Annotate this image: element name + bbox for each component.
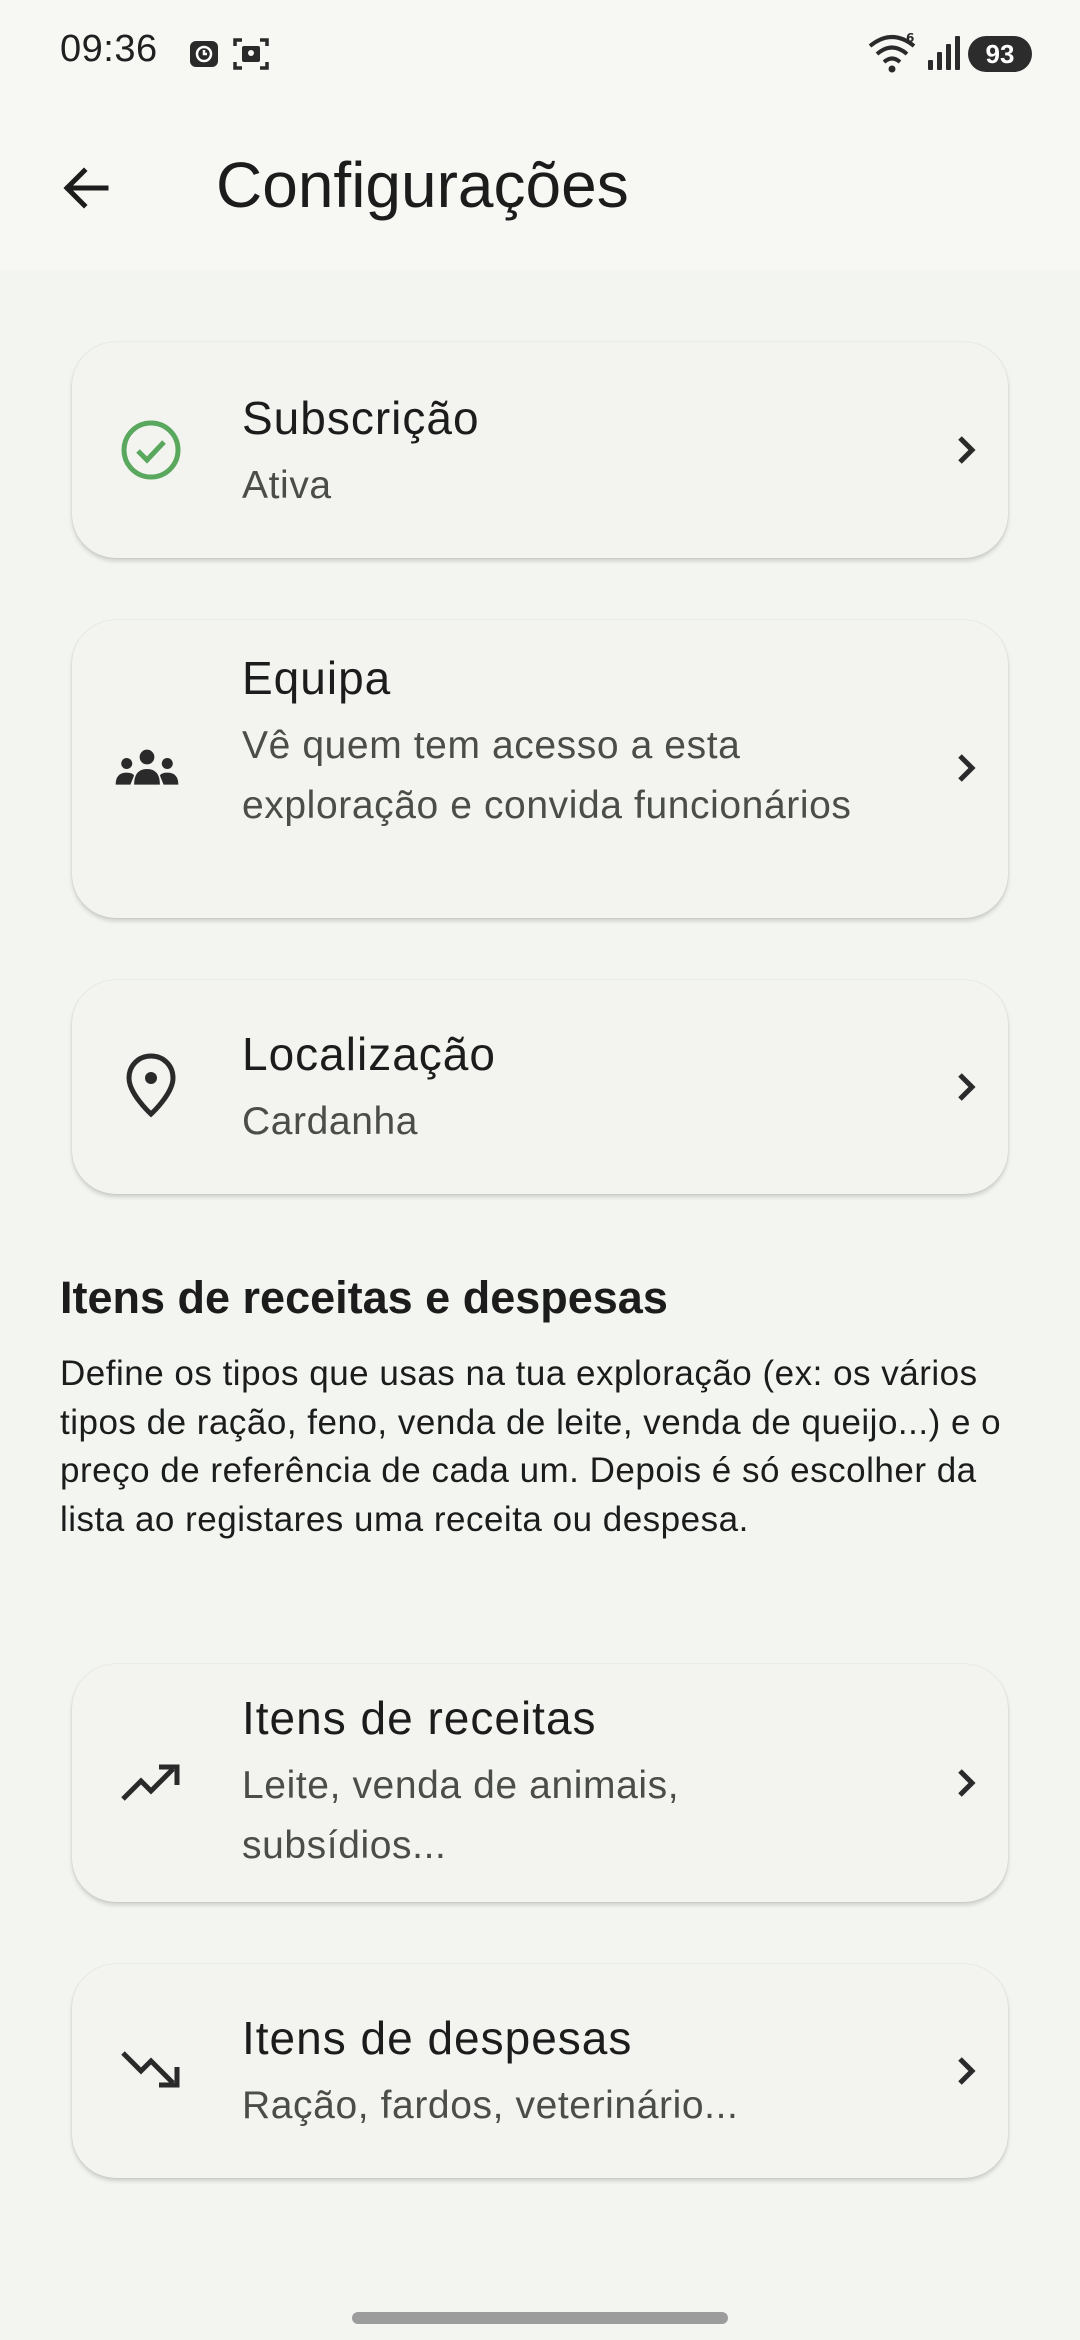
expense-items-title: Itens de despesas <box>242 2012 633 2064</box>
wifi-6-icon: 6 <box>866 30 920 79</box>
team-card[interactable]: Equipa Vê quem tem acesso a esta explora… <box>72 620 1008 918</box>
chevron-right-icon <box>936 1753 996 1813</box>
chevron-right-icon <box>936 420 996 480</box>
group-icon <box>112 734 182 804</box>
home-indicator[interactable] <box>352 2312 728 2324</box>
income-items-card[interactable]: Itens de receitas Leite, venda de animai… <box>72 1664 1008 1902</box>
svg-text:6: 6 <box>906 31 914 45</box>
chevron-right-icon <box>936 1057 996 1117</box>
location-pin-icon <box>116 1050 186 1120</box>
location-value: Cardanha <box>242 1100 419 1143</box>
team-title: Equipa <box>242 652 392 704</box>
alarm-icon <box>188 38 220 75</box>
screenshot-icon <box>232 36 270 77</box>
location-title: Localização <box>242 1028 496 1080</box>
check-circle-icon <box>116 415 186 485</box>
status-bar: 09:36 6 93 <box>0 0 1080 110</box>
income-items-title: Itens de receitas <box>242 1692 597 1744</box>
location-card[interactable]: Localização Cardanha <box>72 980 1008 1194</box>
expense-items-examples: Ração, fardos, veterinário... <box>242 2084 739 2127</box>
expense-items-card[interactable]: Itens de despesas Ração, fardos, veterin… <box>72 1964 1008 2178</box>
team-description: Vê quem tem acesso a esta exploração e c… <box>242 724 852 827</box>
app-bar: Configurações <box>0 110 1080 270</box>
arrow-back-icon <box>60 162 112 219</box>
subscription-status: Ativa <box>242 464 332 507</box>
subscription-card[interactable]: Subscrição Ativa <box>72 342 1008 558</box>
trending-up-icon <box>116 1748 186 1818</box>
items-section-title: Itens de receitas e despesas <box>60 1272 668 1323</box>
trending-down-icon <box>116 2034 186 2104</box>
battery-indicator: 93 <box>968 36 1032 72</box>
status-time: 09:36 <box>60 28 158 70</box>
income-items-examples: Leite, venda de animais, subsídios... <box>242 1764 680 1867</box>
subscription-title: Subscrição <box>242 392 480 444</box>
chevron-right-icon <box>936 738 996 798</box>
items-section-description: Define os tipos que usas na tua exploraç… <box>60 1354 1002 1539</box>
chevron-right-icon <box>936 2041 996 2101</box>
page-title: Configurações <box>216 149 629 221</box>
signal-icon <box>926 34 962 77</box>
back-button[interactable] <box>46 150 126 230</box>
